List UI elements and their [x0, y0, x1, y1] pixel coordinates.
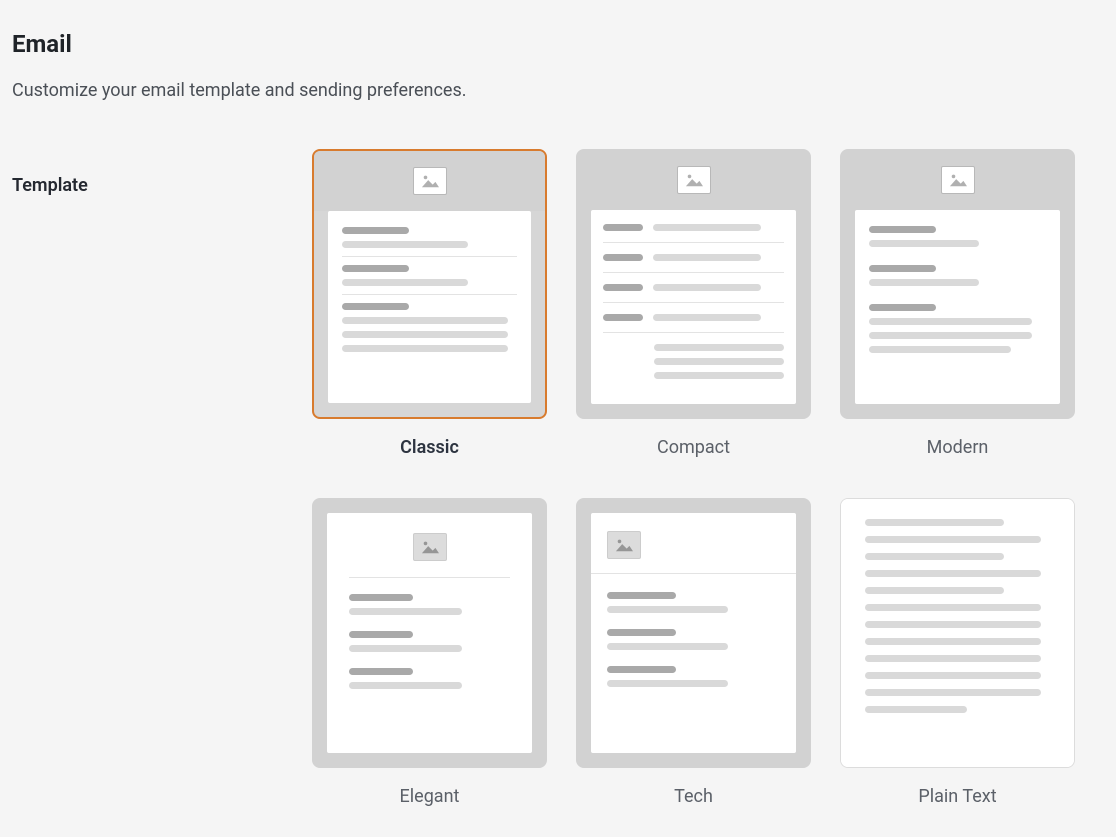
- page-title: Email: [12, 30, 1104, 58]
- image-icon: [413, 167, 447, 195]
- template-thumbnail: [312, 149, 547, 419]
- template-thumbnail: [576, 149, 811, 419]
- template-thumbnail: [840, 498, 1075, 768]
- page-subtitle: Customize your email template and sendin…: [12, 80, 1104, 101]
- section-label: Template: [12, 149, 312, 196]
- template-thumbnail: [576, 498, 811, 768]
- template-label: Modern: [927, 437, 989, 458]
- template-label: Elegant: [400, 786, 460, 807]
- template-option-elegant[interactable]: Elegant: [312, 498, 547, 807]
- template-thumbnail: [312, 498, 547, 768]
- template-option-tech[interactable]: Tech: [576, 498, 811, 807]
- template-grid: Classic: [312, 149, 1075, 807]
- image-icon: [677, 166, 711, 194]
- image-icon: [413, 533, 447, 561]
- template-option-compact[interactable]: Compact: [576, 149, 811, 458]
- template-label: Classic: [400, 437, 459, 458]
- template-thumbnail: [840, 149, 1075, 419]
- template-option-plain-text[interactable]: Plain Text: [840, 498, 1075, 807]
- template-option-modern[interactable]: Modern: [840, 149, 1075, 458]
- template-option-classic[interactable]: Classic: [312, 149, 547, 458]
- template-label: Compact: [657, 437, 730, 458]
- template-section: Template: [12, 149, 1104, 807]
- template-label: Plain Text: [918, 786, 996, 807]
- image-icon: [607, 531, 641, 559]
- image-icon: [941, 166, 975, 194]
- template-label: Tech: [674, 786, 713, 807]
